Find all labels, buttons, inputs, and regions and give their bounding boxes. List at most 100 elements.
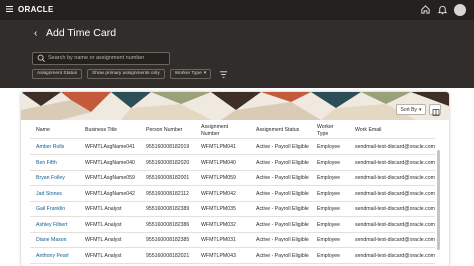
row-divider: [30, 169, 435, 171]
cell-name[interactable]: Jad Stones: [36, 191, 62, 197]
cell-assignment-status: Active - Payroll Eligible: [256, 175, 309, 181]
cell-name[interactable]: Ashley Filbert: [36, 222, 67, 228]
cell-assignment-number: WFMTLPM035: [201, 206, 236, 212]
cell-business-title: WFMTL Analyst: [85, 221, 122, 228]
filter-chip-worker-type[interactable]: Worker Type ▾: [169, 69, 212, 79]
cell-name[interactable]: Bryan Folley: [36, 175, 65, 181]
cell-assignment-number: WFMTLPM031: [201, 237, 236, 243]
cell-person-number: 955160008182020: [146, 159, 190, 166]
column-header-work-email[interactable]: Work Email: [355, 127, 381, 134]
cell-work-email: sendmail-test-discard@oracle.com: [355, 252, 435, 259]
cell-worker-type: Employee: [317, 252, 341, 259]
cell-assignment-status: Active - Payroll Eligible: [256, 221, 309, 228]
cell-person-number: 955160008182019: [146, 144, 190, 150]
decorative-banner: [21, 92, 449, 120]
chevron-down-icon: ▾: [203, 71, 207, 76]
cell-work-email: sendmail-test-discard@oracle.com: [355, 144, 435, 150]
user-avatar[interactable]: [454, 4, 466, 16]
cell-worker-type: Employee: [317, 221, 341, 228]
column-header-business-title[interactable]: Business Title: [85, 127, 117, 134]
cell-business-title: WFMTLAsgName059: [85, 175, 135, 181]
cell-work-email: sendmail-test-discard@oracle.com: [355, 237, 435, 243]
cell-business-title: WFMTL Analyst: [85, 252, 122, 259]
column-header-worker-type[interactable]: Worker Type: [317, 124, 341, 137]
cell-name[interactable]: Anthony Pearl: [36, 253, 69, 259]
cell-assignment-number: WFMTLPM043: [201, 252, 236, 259]
back-icon[interactable]: ‹: [34, 28, 37, 39]
chevron-down-icon: ▾: [418, 106, 422, 113]
chip-label: Worker Type: [174, 71, 202, 76]
banner-pattern: [21, 92, 449, 120]
row-divider: [30, 247, 435, 248]
oracle-logo[interactable]: ORACLE: [6, 5, 54, 14]
cell-name[interactable]: Amber Rolls: [36, 144, 64, 150]
grid-view-icon: [432, 109, 440, 116]
cell-assignment-number: WFMTLPM059: [201, 175, 236, 181]
row-divider: [30, 216, 435, 217]
cell-business-title: WFMTLAsgName042: [85, 190, 135, 197]
header-actions: [420, 4, 466, 16]
cell-person-number: 955160008182386: [146, 221, 190, 228]
cell-person-number: 955160008182385: [146, 237, 190, 243]
notifications-icon[interactable]: [437, 4, 448, 15]
search-input[interactable]: Search by name or assignment number: [32, 52, 170, 65]
cell-worker-type: Employee: [317, 206, 341, 212]
cell-assignment-number: WFMTLPM041: [201, 144, 236, 150]
cell-assignment-number: WFMTLPM040: [201, 159, 236, 166]
cell-name[interactable]: Diane Mason: [36, 237, 67, 243]
row-divider: [30, 231, 435, 233]
cell-assignment-status: Active - Payroll Eligible: [256, 144, 309, 150]
cell-worker-type: Employee: [317, 159, 341, 166]
cell-worker-type: Employee: [317, 237, 341, 243]
row-divider: [30, 154, 435, 155]
cell-assignment-number: WFMTLPM032: [201, 221, 236, 228]
cell-person-number: 955160008182021: [146, 252, 190, 259]
cell-business-title: WFMTLAsgName040: [85, 159, 135, 166]
cell-name[interactable]: Ben Fifth: [36, 160, 57, 166]
search-placeholder: Search by name or assignment number: [48, 55, 145, 61]
chip-label: Assignment Status: [37, 71, 77, 76]
cell-assignment-number: WFMTLPM042: [201, 190, 236, 197]
filter-chips: Assignment Status Show primary assignmen…: [32, 69, 228, 79]
cell-assignment-status: Active - Payroll Eligible: [256, 190, 309, 197]
filter-chip-assignment-status[interactable]: Assignment Status: [32, 69, 82, 79]
column-header-assignment-number[interactable]: Assignment Number: [201, 124, 237, 137]
cell-work-email: sendmail-test-discard@oracle.com: [355, 221, 435, 228]
cell-assignment-status: Active - Payroll Eligible: [256, 206, 309, 212]
cell-assignment-status: Active - Payroll Eligible: [256, 252, 309, 259]
cell-worker-type: Employee: [317, 175, 341, 181]
chip-label: Show primary assignments only: [92, 71, 160, 76]
cell-person-number: 955160008182389: [146, 206, 190, 212]
cell-assignment-status: Active - Payroll Eligible: [256, 237, 309, 243]
filter-chip-primary-assignments[interactable]: Show primary assignments only: [87, 69, 165, 79]
cell-name[interactable]: Gail Franklin: [36, 206, 65, 212]
page-title: Add Time Card: [46, 27, 117, 39]
row-divider: [30, 262, 435, 264]
sort-by-label: Sort By: [400, 106, 417, 113]
cell-business-title: WFMTL Analyst: [85, 206, 122, 212]
cell-work-email: sendmail-test-discard@oracle.com: [355, 175, 435, 181]
menu-icon[interactable]: [6, 5, 14, 13]
search-icon: [37, 54, 45, 62]
cell-business-title: WFMTL Analyst: [85, 237, 122, 243]
sort-by-button[interactable]: Sort By ▾: [396, 104, 426, 115]
column-header-person-number[interactable]: Person Number: [146, 127, 182, 134]
filter-icon[interactable]: [219, 70, 228, 79]
cell-person-number: 955160008182001: [146, 175, 190, 181]
header-divider: [30, 138, 435, 139]
vertical-scrollbar[interactable]: [437, 150, 440, 250]
column-header-assignment-status[interactable]: Assignment Status: [256, 127, 299, 134]
row-divider: [30, 185, 435, 186]
cell-work-email: sendmail-test-discard@oracle.com: [355, 190, 435, 197]
cell-person-number: 955160008182112: [146, 190, 189, 197]
cell-business-title: WFMTLAsgName041: [85, 144, 135, 150]
logo-text: ORACLE: [18, 5, 54, 14]
home-icon[interactable]: [420, 4, 431, 15]
column-header-name[interactable]: Name: [36, 127, 50, 134]
cell-worker-type: Employee: [317, 190, 341, 197]
view-toggle-button[interactable]: [429, 104, 441, 116]
cell-work-email: sendmail-test-discard@oracle.com: [355, 159, 435, 166]
cell-assignment-status: Active - Payroll Eligible: [256, 159, 309, 166]
global-header: ORACLE: [0, 0, 474, 20]
cell-worker-type: Employee: [317, 144, 341, 150]
